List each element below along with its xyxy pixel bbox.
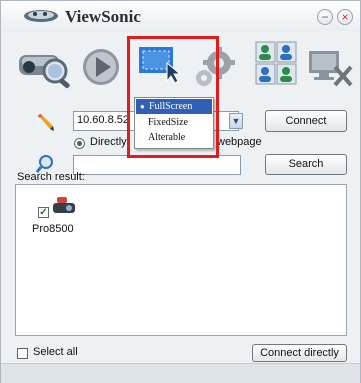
search-input[interactable] (73, 155, 241, 175)
chevron-down-icon[interactable]: ▼ (229, 113, 243, 129)
toolbar (1, 31, 360, 107)
device-checkbox[interactable]: ✓ (38, 207, 49, 218)
projector-icon (53, 197, 75, 213)
menu-item-fullscreen[interactable]: ● FullScreen (136, 99, 212, 114)
menu-item-alterable[interactable]: Alterable (135, 130, 213, 145)
ip-address-value: 10.60.8.52 (77, 114, 129, 126)
disconnect-icon[interactable] (307, 47, 353, 87)
search-button[interactable]: Search (265, 154, 347, 175)
connect-directly-button[interactable]: Connect directly (252, 344, 347, 362)
radio-directly-label: Directly (90, 136, 127, 148)
search-result-label: Search result: (17, 171, 85, 183)
device-name: Pro8500 (32, 223, 74, 235)
close-button[interactable]: × (337, 9, 353, 25)
users-icon[interactable] (255, 41, 297, 85)
settings-icon[interactable] (193, 45, 237, 89)
pencil-icon (38, 114, 54, 131)
title-bar: ViewSonic − × (1, 1, 360, 31)
minimize-button[interactable]: − (317, 9, 333, 25)
status-bar (1, 363, 360, 383)
select-all-label: Select all (33, 346, 78, 358)
display-mode-icon[interactable] (137, 43, 185, 85)
app-title: ViewSonic (65, 7, 141, 26)
menu-item-fixedsize[interactable]: FixedSize (135, 115, 213, 130)
display-mode-menu: ● FullScreen FixedSize Alterable (134, 97, 214, 149)
selected-bullet-icon: ● (140, 102, 145, 111)
play-icon[interactable] (81, 47, 121, 87)
select-all-checkbox[interactable] (17, 348, 28, 359)
radio-directly[interactable] (74, 138, 85, 149)
search-projector-icon[interactable] (17, 45, 75, 89)
viewsonic-logo-icon (24, 10, 58, 22)
connect-button[interactable]: Connect (265, 110, 347, 132)
search-results-list: ✓ Pro8500 (15, 184, 347, 336)
radio-webpage-label: webpage (217, 136, 262, 148)
app-window: ViewSonic − × 10.60.8.52 ▼ Connect Direc… (0, 0, 361, 383)
